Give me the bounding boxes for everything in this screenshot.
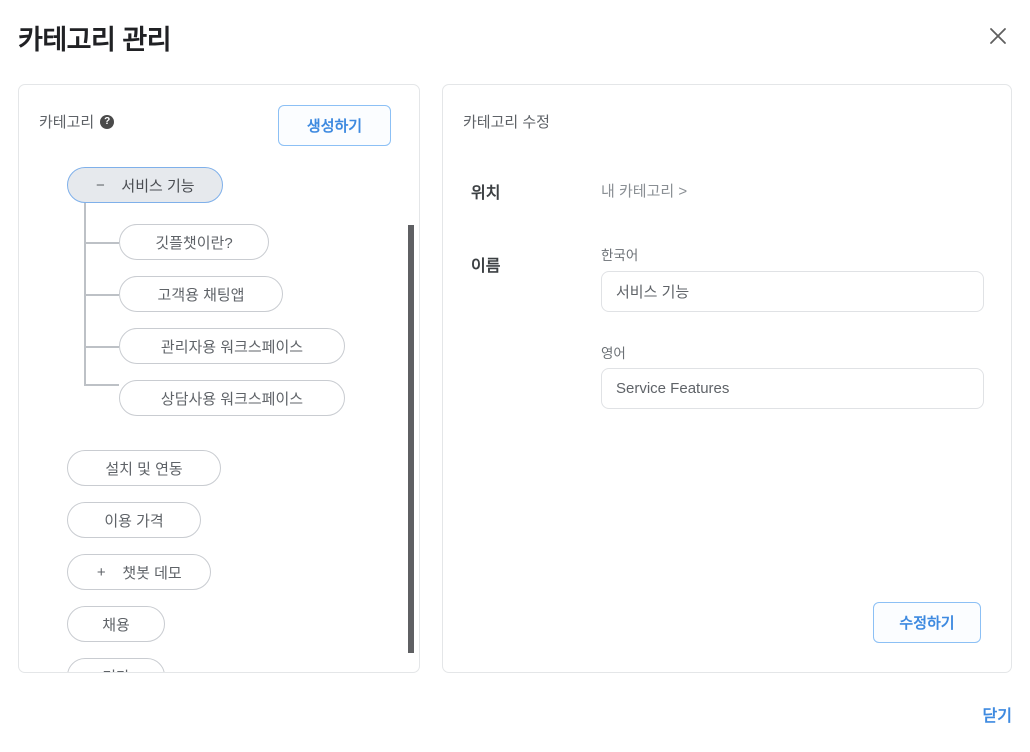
submit-edit-button[interactable]: 수정하기 — [873, 602, 981, 643]
help-circle-icon[interactable]: ? — [100, 114, 115, 129]
category-tree-scroll-area[interactable]: − 서비스 기능 깃플챗이란? 고객용 채팅앱 관리자용 워크스페이스 상담사용… — [19, 157, 419, 673]
tree-node-label: 기타 — [102, 666, 130, 673]
tree-node-label: 설치 및 연동 — [105, 460, 183, 478]
tree-node-label: 깃플챗이란? — [155, 234, 233, 252]
tree-node-label: 고객용 채팅앱 — [157, 286, 245, 304]
tree-node-service-features[interactable]: − 서비스 기능 — [67, 167, 223, 203]
tree-node-admin-workspace[interactable]: 관리자용 워크스페이스 — [119, 328, 345, 364]
tree-scrollbar-thumb[interactable] — [408, 225, 414, 653]
category-edit-panel: 카테고리 수정 위치 내 카테고리 > 이름 한국어 영어 수정하기 — [442, 84, 1012, 673]
category-label-group: 카테고리 ? — [39, 111, 115, 132]
close-x-glyph — [990, 28, 1006, 44]
tree-scrollbar-track[interactable] — [407, 157, 415, 672]
edit-panel-title: 카테고리 수정 — [463, 114, 550, 131]
korean-name-label: 한국어 — [601, 248, 639, 263]
tree-node-label: 서비스 기능 — [121, 177, 195, 195]
tree-branch-line — [84, 384, 119, 386]
category-tree-panel: 카테고리 ? 생성하기 − 서비스 기능 깃플챗이란? 고객용 채팅앱 관리자용… — [18, 84, 420, 673]
location-field-value[interactable]: 내 카테고리 > — [601, 180, 687, 201]
tree-node-chatbot-demo[interactable]: + 챗봇 데모 — [67, 554, 211, 590]
tree-node-label: 이용 가격 — [104, 512, 164, 530]
tree-branch-line — [84, 242, 119, 244]
collapse-toggle-icon[interactable]: − — [95, 178, 105, 193]
category-label: 카테고리 — [39, 114, 95, 131]
tree-node-pricing[interactable]: 이용 가격 — [67, 502, 201, 538]
tree-branch-line — [84, 294, 119, 296]
tree-node-label: 상담사용 워크스페이스 — [160, 390, 304, 408]
english-name-input[interactable] — [601, 368, 984, 409]
tree-trunk-line — [84, 185, 86, 384]
category-panel-header: 카테고리 ? 생성하기 — [19, 85, 419, 157]
close-x-icon[interactable] — [980, 18, 1016, 54]
tree-node-label: 채용 — [102, 616, 130, 634]
tree-node-customer-chat-app[interactable]: 고객용 채팅앱 — [119, 276, 283, 312]
tree-branch-line — [84, 346, 119, 348]
tree-node-label: 챗봇 데모 — [122, 564, 182, 582]
name-field-label: 이름 — [471, 258, 501, 275]
korean-name-input[interactable] — [601, 271, 984, 312]
panels-row: 카테고리 ? 생성하기 − 서비스 기능 깃플챗이란? 고객용 채팅앱 관리자용… — [0, 84, 1030, 674]
expand-toggle-icon[interactable]: + — [96, 565, 106, 580]
footer-close-button[interactable]: 닫기 — [983, 702, 1012, 726]
category-tree: − 서비스 기능 깃플챗이란? 고객용 채팅앱 관리자용 워크스페이스 상담사용… — [19, 157, 419, 673]
dialog-header: 카테고리 관리 — [0, 0, 1030, 78]
tree-node-recruiting[interactable]: 채용 — [67, 606, 165, 642]
location-field-label: 위치 — [471, 185, 501, 202]
tree-node-install-integration[interactable]: 설치 및 연동 — [67, 450, 221, 486]
tree-node-etc[interactable]: 기타 — [67, 658, 165, 673]
english-name-label: 영어 — [601, 346, 626, 361]
tree-node-what-is-giftlechat[interactable]: 깃플챗이란? — [119, 224, 269, 260]
create-category-button[interactable]: 생성하기 — [278, 105, 391, 146]
page-title: 카테고리 관리 — [18, 25, 172, 55]
tree-node-agent-workspace[interactable]: 상담사용 워크스페이스 — [119, 380, 345, 416]
tree-node-label: 관리자용 워크스페이스 — [160, 338, 304, 356]
